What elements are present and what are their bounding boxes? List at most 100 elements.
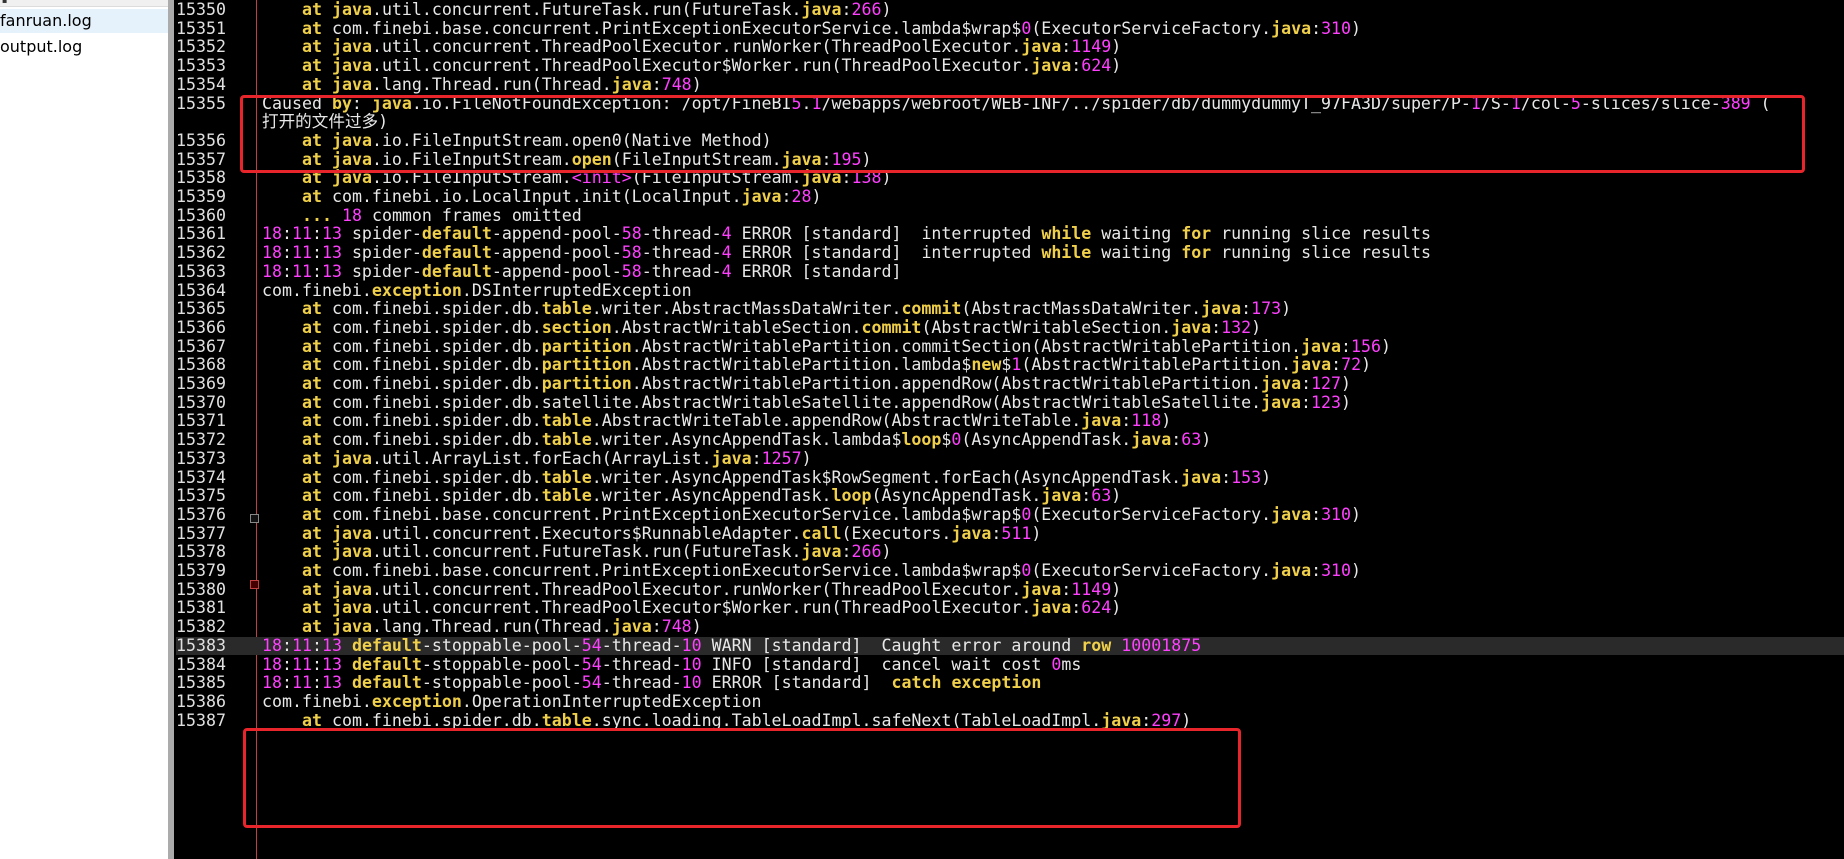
log-token: 10 xyxy=(681,673,702,693)
log-token: java xyxy=(1301,336,1342,356)
log-line[interactable]: 15358 at java.io.FileInputStream.<init>(F… xyxy=(176,168,1844,188)
log-token: : xyxy=(281,635,292,655)
log-token: at xyxy=(302,187,322,206)
log-token: at xyxy=(302,430,322,450)
log-line[interactable]: 15353 at java.util.concurrent.ThreadPoolE… xyxy=(176,56,1844,76)
log-token: table xyxy=(541,467,592,487)
log-token: .AbstractWritablePartition.commitSection… xyxy=(631,336,1302,356)
line-number: 15373 xyxy=(176,448,226,468)
log-line[interactable]: 15374 at com.finebi.spider.db.table.write… xyxy=(176,467,1844,488)
log-line[interactable]: 15369 at com.finebi.spider.db.partition.A… xyxy=(176,374,1844,394)
log-line[interactable]: 15371 at com.finebi.spider.db.table.Abstr… xyxy=(176,412,1844,431)
log-line[interactable]: 15352 at java.util.concurrent.ThreadPoolE… xyxy=(176,38,1844,57)
log-line[interactable]: 15350 at java.util.concurrent.FutureTask.… xyxy=(176,0,1844,20)
log-token: 1149 xyxy=(1071,37,1112,57)
log-token: 0 xyxy=(1051,654,1062,674)
log-line[interactable]: 15383 18:11:13 default-stoppable-pool-54-… xyxy=(176,635,1844,656)
log-token xyxy=(322,524,332,543)
log-token: 4 xyxy=(721,243,732,263)
log-editor[interactable]: 15350 at java.util.concurrent.FutureTask.… xyxy=(176,0,1844,859)
log-line-text: at com.finebi.base.concurrent.PrintExcep… xyxy=(302,561,1362,581)
line-number: 15353 xyxy=(176,56,226,76)
log-line[interactable]: 15360... 18 common frames omitted xyxy=(176,206,1844,226)
log-line[interactable]: 15382 at java.lang.Thread.run(Thread.java… xyxy=(176,617,1844,637)
log-token: 173 xyxy=(1251,299,1282,319)
log-token: ) xyxy=(1111,37,1122,57)
log-token: ) xyxy=(1381,336,1392,356)
log-line[interactable]: 打开的文件过多) xyxy=(176,112,1844,132)
log-token: 1149 xyxy=(1071,579,1112,599)
line-number: 15372 xyxy=(176,430,226,450)
log-token: default xyxy=(421,224,492,244)
log-token: java xyxy=(331,130,372,150)
log-line[interactable]: 15368 at com.finebi.spider.db.partition.A… xyxy=(176,355,1844,375)
log-line[interactable]: 15386 com.finebi.exception.OperationInter… xyxy=(176,692,1844,712)
log-line[interactable]: 15361 18:11:13 spider-default-append-pool… xyxy=(176,225,1844,244)
log-line[interactable]: 15373 at java.util.ArrayList.forEach(Arra… xyxy=(176,448,1844,469)
log-token: ( xyxy=(1750,93,1771,113)
log-token: . xyxy=(801,93,812,113)
log-line[interactable]: 15367 at com.finebi.spider.db.partition.A… xyxy=(176,336,1844,357)
log-line[interactable]: 15385 18:11:13 default-stoppable-pool-54-… xyxy=(176,673,1844,693)
log-line[interactable]: 15364 com.finebi.exception.DSInterruptedE… xyxy=(176,280,1844,301)
log-token: table xyxy=(541,486,592,506)
log-token: 511 xyxy=(1001,523,1032,543)
log-token: .DSInterruptedException xyxy=(461,280,692,300)
log-token: : xyxy=(1301,374,1312,393)
log-token xyxy=(342,636,352,655)
log-token: 13 xyxy=(321,261,342,281)
log-token: running slice results xyxy=(1211,243,1431,263)
log-token: -stoppable-pool- xyxy=(421,635,582,655)
log-line[interactable]: 15377 at java.util.concurrent.Executors$R… xyxy=(176,523,1844,544)
log-token xyxy=(322,0,332,19)
log-token: : xyxy=(351,93,372,113)
log-token: by xyxy=(331,93,352,113)
log-line[interactable]: 15357 at java.io.FileInputStream.open(Fil… xyxy=(176,150,1844,170)
log-line[interactable]: 15381 at java.util.concurrent.ThreadPoolE… xyxy=(176,599,1844,618)
log-line[interactable]: 15366 at com.finebi.spider.db.section.Abs… xyxy=(176,318,1844,338)
log-token: com.finebi.spider.db. xyxy=(321,411,542,431)
line-number: 15362 xyxy=(176,243,226,263)
log-line[interactable]: 15359 at com.finebi.io.LocalInput.init(Lo… xyxy=(176,187,1844,207)
log-line[interactable]: 15362 18:11:13 spider-default-append-pool… xyxy=(176,243,1844,263)
log-token: java xyxy=(1131,430,1172,450)
log-token: at xyxy=(302,617,322,637)
log-line[interactable]: 15372 at com.finebi.spider.db.table.write… xyxy=(176,430,1844,450)
log-token: while xyxy=(1041,243,1092,263)
log-token: .util.concurrent.ThreadPoolExecutor.runW… xyxy=(371,579,1022,599)
log-token: (Executors. xyxy=(841,523,952,543)
file-item-output-log[interactable]: output.log xyxy=(0,35,168,59)
log-line[interactable]: 15370 at com.finebi.spider.db.satellite.A… xyxy=(176,393,1844,413)
log-line[interactable]: 15354 at java.lang.Thread.run(Thread.java… xyxy=(176,75,1844,95)
log-token: java xyxy=(1271,18,1312,38)
log-token: ) xyxy=(1031,523,1042,543)
log-token: java xyxy=(1041,486,1082,506)
log-token: default xyxy=(351,635,422,655)
log-token xyxy=(332,206,342,225)
log-line[interactable]: 15351 at com.finebi.base.concurrent.Print… xyxy=(176,18,1844,39)
log-line[interactable]: 15356 at java.io.FileInputStream.open0(Na… xyxy=(176,130,1844,151)
log-line[interactable]: 15355 Caused by: java.io.FileNotFoundExce… xyxy=(176,93,1844,114)
log-line[interactable]: 15384 18:11:13 default-stoppable-pool-54-… xyxy=(176,654,1844,675)
log-token: com.finebi.spider.db. xyxy=(321,430,542,450)
log-token: ) xyxy=(1351,561,1362,580)
log-line-text: at java.lang.Thread.run(Thread.java:748) xyxy=(302,75,702,95)
log-line[interactable]: 15375 at com.finebi.spider.db.table.write… xyxy=(176,486,1844,506)
log-token: java xyxy=(331,37,372,57)
line-number: 15369 xyxy=(176,374,226,393)
log-token: ms xyxy=(1061,654,1082,674)
log-token: 153 xyxy=(1231,467,1262,487)
log-token: : xyxy=(1331,355,1342,375)
log-line-text: at com.finebi.spider.db.table.writer.Asy… xyxy=(302,467,1271,488)
file-item-fanruan-log[interactable]: fanruan.log xyxy=(0,9,168,33)
log-line[interactable]: 15376 at com.finebi.base.concurrent.Print… xyxy=(176,505,1844,525)
log-token: ) xyxy=(801,448,812,468)
log-line[interactable]: 15365 at com.finebi.spider.db.table.write… xyxy=(176,299,1844,319)
log-line[interactable]: 15380 at java.util.concurrent.ThreadPoolE… xyxy=(176,579,1844,600)
log-line[interactable]: 15379 at com.finebi.base.concurrent.Print… xyxy=(176,561,1844,581)
log-token: exception xyxy=(371,280,462,300)
log-token xyxy=(1111,636,1121,655)
log-line[interactable]: 15378 at java.util.concurrent.FutureTask.… xyxy=(176,542,1844,562)
log-line[interactable]: 15363 18:11:13 spider-default-append-pool… xyxy=(176,261,1844,282)
log-line[interactable]: 15387 at com.finebi.spider.db.table.sync.… xyxy=(176,711,1844,731)
